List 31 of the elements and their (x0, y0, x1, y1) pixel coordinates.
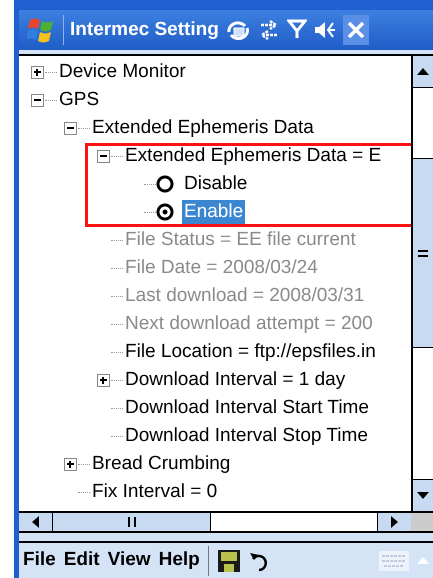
tree-item[interactable]: Device Monitor (57, 60, 188, 84)
close-button[interactable] (342, 15, 369, 45)
menu-item[interactable]: File (23, 546, 56, 575)
horizontal-scrollbar[interactable] (19, 511, 433, 533)
tree-item[interactable]: Download Interval Stop Time (123, 424, 370, 448)
tree-item[interactable]: Enable (182, 200, 246, 224)
tree-item[interactable]: Disable (182, 172, 250, 196)
tree-item[interactable]: Extended Ephemeris Data = E (123, 144, 384, 168)
radio-button[interactable] (156, 175, 174, 193)
expand-box[interactable] (64, 458, 76, 470)
menu-item[interactable]: View (108, 546, 151, 575)
menu-item[interactable]: Help (158, 546, 200, 575)
tree-item[interactable]: GPS (57, 88, 102, 112)
expand-box[interactable] (30, 66, 44, 78)
menu-item[interactable]: Edit (64, 546, 100, 575)
expand-box[interactable] (96, 374, 110, 386)
tree-item[interactable]: Extended Ephemeris Data (90, 116, 316, 140)
save-icon[interactable] (216, 548, 241, 572)
tree-item[interactable]: Download Interval Start Time (123, 396, 371, 420)
tree-item[interactable]: Bread Crumbing (90, 452, 232, 476)
vertical-scrollbar[interactable] (411, 56, 433, 511)
radio-button[interactable] (156, 203, 174, 221)
close-icon (346, 21, 365, 39)
speaker-icon[interactable] (312, 19, 337, 41)
tree-item[interactable]: File Location = ftp://epsfiles.in (123, 340, 378, 364)
collapse-box[interactable] (96, 150, 110, 162)
tree-item[interactable]: Download Interval = 1 day (123, 368, 348, 392)
collapse-box[interactable] (64, 122, 76, 134)
collapse-box[interactable] (30, 94, 44, 106)
tree-item[interactable]: Fix Interval = 0 (90, 480, 220, 504)
window-title: Intermec Setting (70, 18, 219, 42)
